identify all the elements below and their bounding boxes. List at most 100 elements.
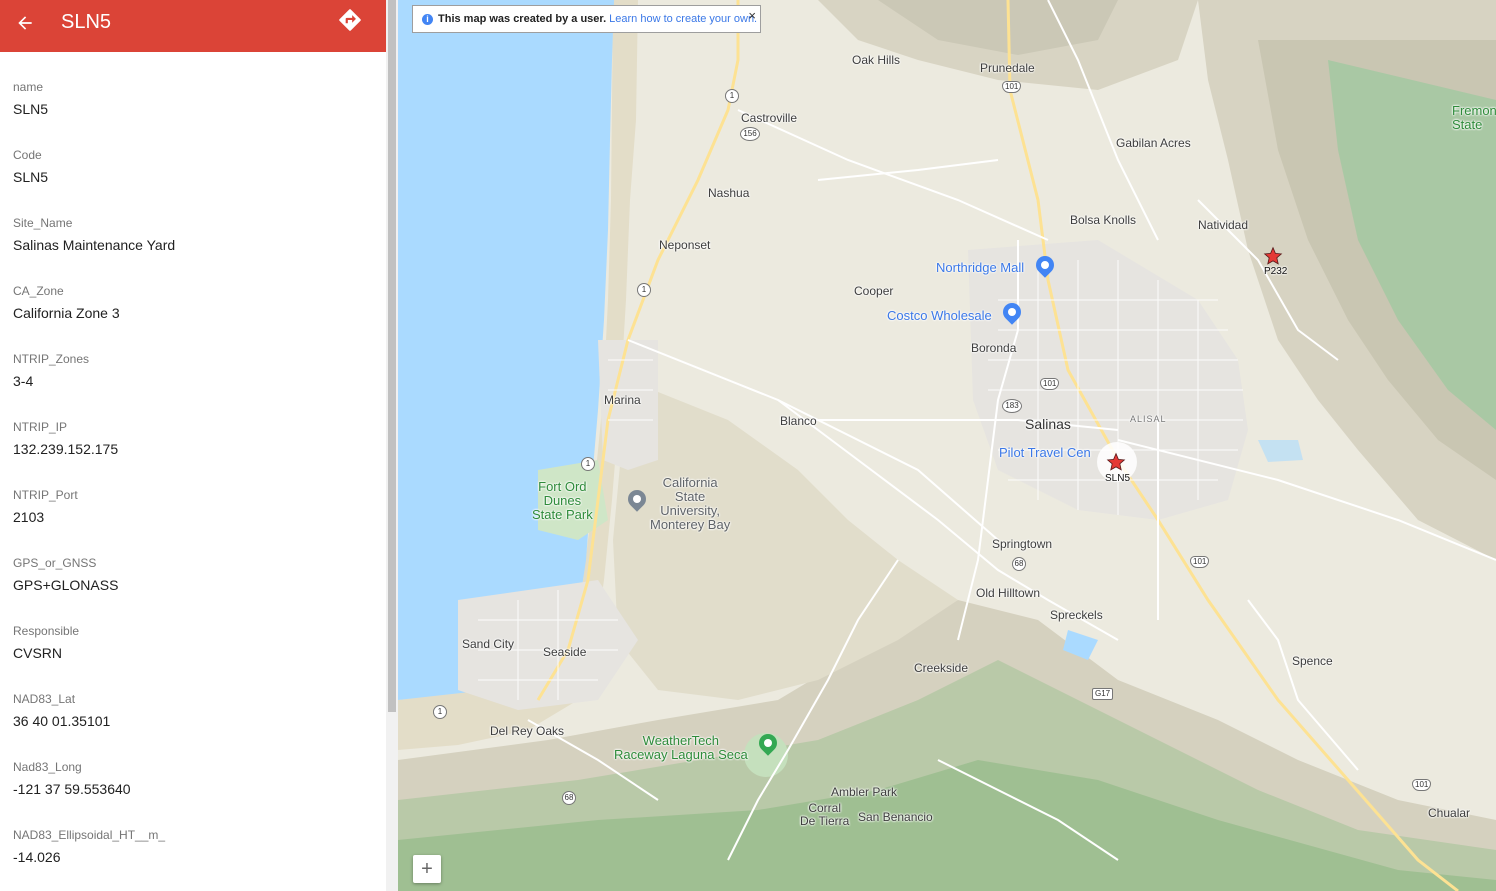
info-panel: SLN5 name SLN5 Code SLN5 Site_Name Salinas … — [0, 0, 386, 891]
field-ca-zone: CA_Zone California Zone 3 — [13, 284, 373, 352]
field-nad83-long: Nad83_Long -121 37 59.553640 — [13, 760, 373, 828]
field-value: GPS+GLONASS — [13, 577, 119, 593]
place-natividad[interactable]: Natividad — [1198, 218, 1248, 232]
field-value: 132.239.152.175 — [13, 441, 119, 457]
field-label: NAD83_Ellipsoidal_HT__m_ — [13, 828, 166, 842]
place-ambler-park[interactable]: Ambler Park — [831, 785, 897, 799]
field-value: Salinas Maintenance Yard — [13, 237, 176, 253]
field-nad83-lat: NAD83_Lat 36 40 01.35101 — [13, 692, 373, 760]
route-shield-1: 1 — [581, 457, 595, 471]
route-shield-101: 101 — [1002, 81, 1022, 93]
place-fremont-state[interactable]: Fremon State — [1452, 104, 1496, 132]
poi-weathertech-raceway[interactable]: WeatherTech Raceway Laguna Seca — [614, 734, 748, 762]
field-list: name SLN5 Code SLN5 Site_Name Salinas Maint… — [13, 80, 373, 891]
place-old-hilltown[interactable]: Old Hilltown — [976, 586, 1040, 600]
arrow-back-icon — [18, 16, 32, 30]
place-neponset[interactable]: Neponset — [659, 238, 710, 252]
route-shield-g17: G17 — [1092, 688, 1114, 700]
scrollbar-thumb[interactable] — [388, 0, 396, 712]
field-responsible: Responsible CVSRN — [13, 624, 373, 692]
place-springtown[interactable]: Springtown — [992, 537, 1052, 551]
map-canvas[interactable]: Oak Hills Prunedale Castroville Gabilan … — [398, 0, 1496, 891]
place-salinas[interactable]: Salinas — [1025, 416, 1071, 432]
place-creekside[interactable]: Creekside — [914, 661, 968, 675]
field-name: name SLN5 — [13, 80, 373, 148]
place-marina[interactable]: Marina — [604, 393, 641, 407]
place-oak-hills[interactable]: Oak Hills — [852, 53, 900, 67]
field-label: CA_Zone — [13, 284, 64, 298]
field-label: Responsible — [13, 624, 80, 638]
route-shield-101: 101 — [1412, 779, 1432, 791]
star-marker-icon[interactable] — [1106, 452, 1126, 472]
university-csumb[interactable]: California State University, Monterey Ba… — [650, 476, 730, 532]
panel-title: SLN5 — [61, 11, 112, 33]
route-shield-1: 1 — [433, 705, 447, 719]
directions-icon — [339, 9, 361, 31]
place-corral-de-tierra[interactable]: Corral De Tierra — [800, 802, 849, 828]
field-value: 2103 — [13, 509, 45, 525]
field-ntrip-ip: NTRIP_IP 132.239.152.175 — [13, 420, 373, 488]
place-fremont-state-line2: State — [1452, 117, 1483, 132]
field-value: -14.026 — [13, 849, 61, 865]
info-icon: i — [422, 13, 433, 25]
route-shield-156: 156 — [740, 127, 760, 141]
place-sand-city[interactable]: Sand City — [462, 637, 514, 651]
field-label: NTRIP_Zones — [13, 352, 90, 366]
field-ntrip-zones: NTRIP_Zones 3-4 — [13, 352, 373, 420]
star-marker-icon[interactable] — [1263, 246, 1283, 266]
directions-button[interactable] — [337, 7, 363, 33]
route-shield-68: 68 — [562, 791, 576, 805]
place-spence[interactable]: Spence — [1292, 654, 1333, 668]
place-cooper[interactable]: Cooper — [854, 284, 893, 298]
route-shield-68: 68 — [1012, 557, 1026, 571]
field-value: CVSRN — [13, 645, 63, 661]
map-base-layer — [398, 0, 1496, 891]
field-label: NTRIP_IP — [13, 420, 68, 434]
poi-pilot-travel-center[interactable]: Pilot Travel Cen — [999, 445, 1091, 460]
place-castroville[interactable]: Castroville — [741, 111, 797, 125]
field-value: SLN5 — [13, 101, 49, 117]
place-bolsa-knolls[interactable]: Bolsa Knolls — [1070, 213, 1136, 227]
user-map-notice: i This map was created by a user. Learn … — [412, 5, 761, 33]
field-value: 36 40 01.35101 — [13, 713, 111, 729]
close-icon[interactable]: × — [748, 8, 756, 23]
route-shield-183: 183 — [1002, 399, 1022, 413]
place-seaside[interactable]: Seaside — [543, 645, 586, 659]
back-button[interactable] — [12, 10, 38, 36]
poi-costco-wholesale[interactable]: Costco Wholesale — [887, 308, 992, 323]
place-nashua[interactable]: Nashua — [708, 186, 749, 200]
place-san-benancio[interactable]: San Benancio — [858, 810, 933, 824]
field-site-name: Site_Name Salinas Maintenance Yard — [13, 216, 373, 284]
field-gps-or-gnss: GPS_or_GNSS GPS+GLONASS — [13, 556, 373, 624]
field-value: 3-4 — [13, 373, 34, 389]
zoom-in-button[interactable]: + — [413, 855, 441, 883]
field-label: GPS_or_GNSS — [13, 556, 97, 570]
marker-label-sln5[interactable]: SLN5 — [1105, 473, 1130, 484]
poi-northridge-mall[interactable]: Northridge Mall — [936, 260, 1024, 275]
place-blanco[interactable]: Blanco — [780, 414, 817, 428]
notice-text: This map was created by a user. — [438, 13, 607, 25]
field-label: name — [13, 80, 44, 94]
park-fort-ord-dunes[interactable]: Fort Ord Dunes State Park — [532, 480, 593, 522]
field-nad83-ellipsoidal-ht: NAD83_Ellipsoidal_HT__m_ -14.026 — [13, 828, 373, 891]
field-label: Site_Name — [13, 216, 73, 230]
route-shield-101: 101 — [1190, 556, 1210, 568]
learn-more-link[interactable]: Learn how to create your own. — [609, 13, 757, 25]
place-fremont-state-line1: Fremon — [1452, 103, 1496, 118]
route-shield-1: 1 — [725, 89, 739, 103]
place-alisal[interactable]: ALISAL — [1130, 414, 1167, 424]
place-del-rey-oaks[interactable]: Del Rey Oaks — [490, 724, 564, 738]
route-shield-101: 101 — [1040, 378, 1060, 390]
place-gabilan-acres[interactable]: Gabilan Acres — [1116, 136, 1191, 150]
place-boronda[interactable]: Boronda — [971, 341, 1016, 355]
route-shield-1: 1 — [637, 283, 651, 297]
panel-header: SLN5 — [0, 0, 386, 52]
place-spreckels[interactable]: Spreckels — [1050, 608, 1103, 622]
place-chualar[interactable]: Chualar — [1428, 806, 1470, 820]
field-ntrip-port: NTRIP_Port 2103 — [13, 488, 373, 556]
marker-label-p232[interactable]: P232 — [1264, 266, 1287, 277]
field-code: Code SLN5 — [13, 148, 373, 216]
place-prunedale[interactable]: Prunedale — [980, 61, 1035, 75]
field-label: Nad83_Long — [13, 760, 82, 774]
field-value: California Zone 3 — [13, 305, 120, 321]
